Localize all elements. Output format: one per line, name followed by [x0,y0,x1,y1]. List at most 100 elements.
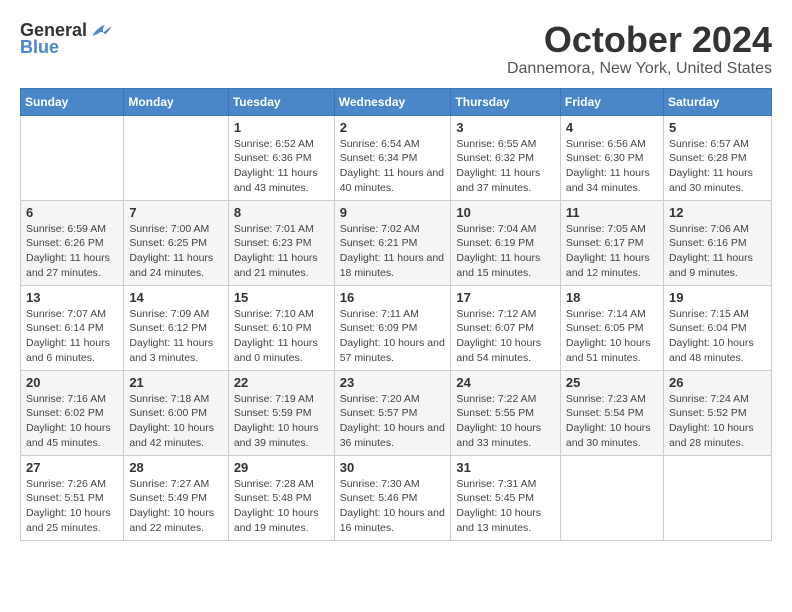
day-info: Sunrise: 6:54 AM Sunset: 6:34 PM Dayligh… [340,137,446,196]
logo: General Blue [20,20,113,58]
day-info: Sunrise: 7:22 AM Sunset: 5:55 PM Dayligh… [456,392,555,451]
day-number: 4 [566,120,658,135]
calendar-cell: 2 Sunrise: 6:54 AM Sunset: 6:34 PM Daylig… [334,115,451,200]
calendar-week-row: 13Sunrise: 7:07 AM Sunset: 6:14 PM Dayli… [21,285,772,370]
day-info: Sunrise: 7:31 AM Sunset: 5:45 PM Dayligh… [456,477,555,536]
day-number: 10 [456,205,555,220]
day-info: Sunrise: 7:30 AM Sunset: 5:46 PM Dayligh… [340,477,446,536]
day-info: Sunrise: 7:20 AM Sunset: 5:57 PM Dayligh… [340,392,446,451]
calendar-cell: 3 Sunrise: 6:55 AM Sunset: 6:32 PM Daylig… [451,115,561,200]
day-info: Sunrise: 7:06 AM Sunset: 6:16 PM Dayligh… [669,222,766,281]
day-info: Sunrise: 7:19 AM Sunset: 5:59 PM Dayligh… [234,392,329,451]
day-number: 2 [340,120,446,135]
column-header-saturday: Saturday [663,88,771,115]
day-info: Sunrise: 7:24 AM Sunset: 5:52 PM Dayligh… [669,392,766,451]
day-info: Sunrise: 7:02 AM Sunset: 6:21 PM Dayligh… [340,222,446,281]
calendar-cell: 21 Sunrise: 7:18 AM Sunset: 6:00 PM Dayli… [124,370,228,455]
day-number: 7 [129,205,222,220]
column-header-friday: Friday [560,88,663,115]
day-info: Sunrise: 7:11 AM Sunset: 6:09 PM Dayligh… [340,307,446,366]
calendar-cell: 10 Sunrise: 7:04 AM Sunset: 6:19 PM Dayli… [451,200,561,285]
calendar-cell: 17 Sunrise: 7:12 AM Sunset: 6:07 PM Dayli… [451,285,561,370]
day-number: 6 [26,205,118,220]
day-number: 11 [566,205,658,220]
calendar-cell [124,115,228,200]
day-info: Sunrise: 7:14 AM Sunset: 6:05 PM Dayligh… [566,307,658,366]
day-number: 9 [340,205,446,220]
day-number: 28 [129,460,222,475]
calendar-cell: 4 Sunrise: 6:56 AM Sunset: 6:30 PM Daylig… [560,115,663,200]
day-number: 31 [456,460,555,475]
day-info: Sunrise: 6:55 AM Sunset: 6:32 PM Dayligh… [456,137,555,196]
calendar-cell: 8 Sunrise: 7:01 AM Sunset: 6:23 PM Daylig… [228,200,334,285]
day-number: 17 [456,290,555,305]
calendar-header-row: SundayMondayTuesdayWednesdayThursdayFrid… [21,88,772,115]
day-info: Sunrise: 7:27 AM Sunset: 5:49 PM Dayligh… [129,477,222,536]
day-info: Sunrise: 7:15 AM Sunset: 6:04 PM Dayligh… [669,307,766,366]
column-header-sunday: Sunday [21,88,124,115]
calendar-cell: 19 Sunrise: 7:15 AM Sunset: 6:04 PM Dayli… [663,285,771,370]
calendar-cell: 29 Sunrise: 7:28 AM Sunset: 5:48 PM Dayli… [228,455,334,540]
column-header-tuesday: Tuesday [228,88,334,115]
calendar-cell: 18 Sunrise: 7:14 AM Sunset: 6:05 PM Dayli… [560,285,663,370]
day-number: 21 [129,375,222,390]
calendar-cell: 28 Sunrise: 7:27 AM Sunset: 5:49 PM Dayli… [124,455,228,540]
day-info: Sunrise: 6:57 AM Sunset: 6:28 PM Dayligh… [669,137,766,196]
day-info: Sunrise: 7:12 AM Sunset: 6:07 PM Dayligh… [456,307,555,366]
day-info: Sunrise: 7:28 AM Sunset: 5:48 PM Dayligh… [234,477,329,536]
calendar-cell: 11 Sunrise: 7:05 AM Sunset: 6:17 PM Dayli… [560,200,663,285]
calendar-cell [663,455,771,540]
day-number: 1 [234,120,329,135]
day-number: 30 [340,460,446,475]
day-number: 23 [340,375,446,390]
day-number: 3 [456,120,555,135]
calendar-week-row: 1Sunrise: 6:52 AM Sunset: 6:36 PM Daylig… [21,115,772,200]
column-header-wednesday: Wednesday [334,88,451,115]
day-number: 16 [340,290,446,305]
day-number: 15 [234,290,329,305]
calendar-cell: 13Sunrise: 7:07 AM Sunset: 6:14 PM Dayli… [21,285,124,370]
day-info: Sunrise: 6:56 AM Sunset: 6:30 PM Dayligh… [566,137,658,196]
day-number: 14 [129,290,222,305]
calendar-table: SundayMondayTuesdayWednesdayThursdayFrid… [20,88,772,541]
day-info: Sunrise: 7:16 AM Sunset: 6:02 PM Dayligh… [26,392,118,451]
day-number: 29 [234,460,329,475]
day-info: Sunrise: 7:05 AM Sunset: 6:17 PM Dayligh… [566,222,658,281]
calendar-cell: 6 Sunrise: 6:59 AM Sunset: 6:26 PM Daylig… [21,200,124,285]
calendar-cell: 5 Sunrise: 6:57 AM Sunset: 6:28 PM Daylig… [663,115,771,200]
logo-blue-text: Blue [20,37,59,58]
calendar-week-row: 20 Sunrise: 7:16 AM Sunset: 6:02 PM Dayli… [21,370,772,455]
calendar-cell: 15Sunrise: 7:10 AM Sunset: 6:10 PM Dayli… [228,285,334,370]
day-info: Sunrise: 7:18 AM Sunset: 6:00 PM Dayligh… [129,392,222,451]
day-info: Sunrise: 7:01 AM Sunset: 6:23 PM Dayligh… [234,222,329,281]
day-info: Sunrise: 7:04 AM Sunset: 6:19 PM Dayligh… [456,222,555,281]
day-number: 20 [26,375,118,390]
calendar-cell: 23 Sunrise: 7:20 AM Sunset: 5:57 PM Dayli… [334,370,451,455]
day-number: 27 [26,460,118,475]
page-header: General Blue October 2024 Dannemora, New… [20,20,772,78]
calendar-cell: 22 Sunrise: 7:19 AM Sunset: 5:59 PM Dayli… [228,370,334,455]
day-number: 18 [566,290,658,305]
calendar-cell: 30 Sunrise: 7:30 AM Sunset: 5:46 PM Dayli… [334,455,451,540]
calendar-cell: 26Sunrise: 7:24 AM Sunset: 5:52 PM Dayli… [663,370,771,455]
day-info: Sunrise: 6:59 AM Sunset: 6:26 PM Dayligh… [26,222,118,281]
calendar-cell: 27Sunrise: 7:26 AM Sunset: 5:51 PM Dayli… [21,455,124,540]
calendar-cell: 31 Sunrise: 7:31 AM Sunset: 5:45 PM Dayli… [451,455,561,540]
calendar-cell: 16 Sunrise: 7:11 AM Sunset: 6:09 PM Dayli… [334,285,451,370]
column-header-monday: Monday [124,88,228,115]
day-number: 13 [26,290,118,305]
day-number: 19 [669,290,766,305]
month-title: October 2024 [507,20,772,60]
day-number: 8 [234,205,329,220]
calendar-cell [560,455,663,540]
day-info: Sunrise: 7:23 AM Sunset: 5:54 PM Dayligh… [566,392,658,451]
day-number: 24 [456,375,555,390]
day-number: 5 [669,120,766,135]
day-number: 22 [234,375,329,390]
calendar-cell: 14Sunrise: 7:09 AM Sunset: 6:12 PM Dayli… [124,285,228,370]
location-title: Dannemora, New York, United States [507,60,772,78]
logo-bird-icon [89,21,113,41]
calendar-cell: 12 Sunrise: 7:06 AM Sunset: 6:16 PM Dayli… [663,200,771,285]
column-header-thursday: Thursday [451,88,561,115]
day-number: 12 [669,205,766,220]
